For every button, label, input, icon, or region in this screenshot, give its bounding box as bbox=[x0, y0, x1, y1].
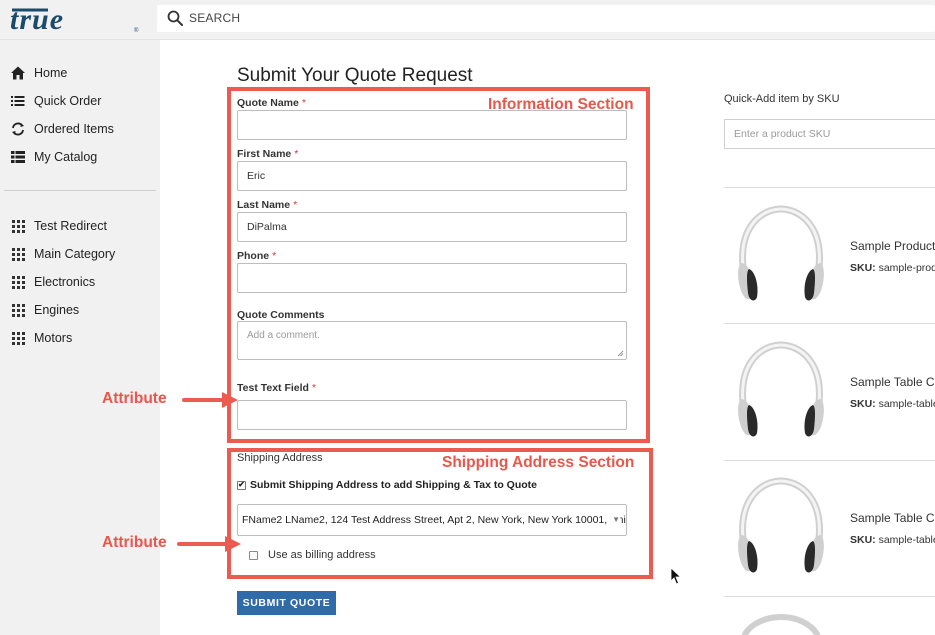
product-name[interactable]: Sample Product bbox=[850, 239, 935, 253]
sidebar-item-label: Main Category bbox=[34, 247, 116, 261]
search-label: SEARCH bbox=[189, 11, 241, 25]
sidebar-item-label: Ordered Items bbox=[34, 122, 114, 136]
sidebar-item-label: Engines bbox=[34, 303, 80, 317]
sidebar-item-label: Motors bbox=[34, 331, 73, 345]
product-name[interactable]: Sample Table Chair bbox=[850, 375, 935, 389]
grid-icon bbox=[10, 302, 26, 318]
product-divider bbox=[724, 460, 935, 461]
true-logo[interactable]: true ® bbox=[8, 4, 143, 34]
refresh-icon bbox=[10, 121, 26, 137]
sidebar-category-motors[interactable]: Motors bbox=[10, 328, 72, 348]
headphones-product-image[interactable] bbox=[733, 205, 829, 305]
attribute-annotation-2: Attribute bbox=[102, 534, 167, 551]
sidebar-item-quick-order[interactable]: Quick Order bbox=[10, 91, 101, 111]
sidebar-item-label: Home bbox=[34, 66, 68, 80]
submit-quote-button[interactable]: SUBMIT QUOTE bbox=[237, 591, 336, 615]
sidebar-category-test-redirect[interactable]: Test Redirect bbox=[10, 216, 107, 236]
sidebar-item-label: Test Redirect bbox=[34, 219, 107, 233]
product-sku: SKU: sample-product bbox=[850, 262, 935, 274]
grid-icon bbox=[10, 274, 26, 290]
headphones-product-image[interactable] bbox=[733, 477, 829, 577]
headphones-product-image-partial[interactable] bbox=[733, 613, 829, 635]
product-divider bbox=[724, 323, 935, 324]
list-icon bbox=[10, 93, 26, 109]
headphones-product-image[interactable] bbox=[733, 341, 829, 441]
grid-icon bbox=[10, 246, 26, 262]
sidebar-divider bbox=[4, 190, 156, 191]
grid-icon bbox=[10, 218, 26, 234]
sku-value: sample-table-chair bbox=[878, 534, 935, 546]
search-bar[interactable]: SEARCH bbox=[157, 5, 935, 32]
mouse-cursor-icon bbox=[670, 567, 682, 585]
sidebar-item-ordered-items[interactable]: Ordered Items bbox=[10, 119, 114, 139]
product-sku: SKU: sample-table-chair bbox=[850, 534, 935, 546]
shipping-section-annotation: Shipping Address Section bbox=[442, 454, 635, 471]
information-section-annotation: Information Section bbox=[488, 96, 634, 113]
product-sku: SKU: sample-table-chair bbox=[850, 398, 935, 410]
sku-value: sample-table-chair bbox=[878, 398, 935, 410]
product-name[interactable]: Sample Table Chair bbox=[850, 511, 935, 525]
sku-label: SKU: bbox=[850, 262, 876, 274]
quick-add-label: Quick-Add item by SKU bbox=[724, 93, 840, 105]
sku-label: SKU: bbox=[850, 534, 876, 546]
sidebar-category-engines[interactable]: Engines bbox=[10, 300, 79, 320]
top-header: true ® SEARCH bbox=[0, 0, 935, 40]
sidebar-item-label: My Catalog bbox=[34, 150, 98, 164]
sku-label: SKU: bbox=[850, 398, 876, 410]
svg-text:®: ® bbox=[134, 27, 139, 34]
product-divider bbox=[724, 596, 935, 597]
product-divider bbox=[724, 187, 935, 188]
page-title: Submit Your Quote Request bbox=[237, 65, 473, 86]
attribute-arrow-1-icon bbox=[182, 392, 238, 408]
sidebar-item-home[interactable]: Home bbox=[10, 63, 67, 83]
attribute-annotation-1: Attribute bbox=[102, 390, 167, 407]
sidebar-category-electronics[interactable]: Electronics bbox=[10, 272, 95, 292]
home-icon bbox=[10, 65, 26, 81]
sidebar-category-main-category[interactable]: Main Category bbox=[10, 244, 115, 264]
sidebar-item-label: Quick Order bbox=[34, 94, 102, 108]
catalog-icon bbox=[10, 149, 26, 165]
information-section-box bbox=[227, 87, 650, 443]
search-icon bbox=[167, 10, 183, 26]
attribute-arrow-2-icon bbox=[177, 536, 241, 552]
quick-add-sku-input[interactable]: Enter a product SKU bbox=[724, 119, 935, 149]
sku-value: sample-product bbox=[878, 262, 935, 274]
sidebar-item-label: Electronics bbox=[34, 275, 96, 289]
sidebar-item-my-catalog[interactable]: My Catalog bbox=[10, 147, 97, 167]
grid-icon bbox=[10, 330, 26, 346]
